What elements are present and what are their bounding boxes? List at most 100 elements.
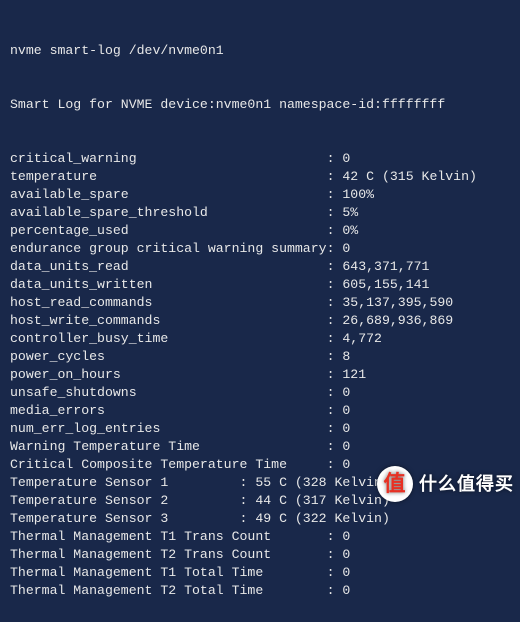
row-value: 0 xyxy=(342,240,350,258)
smart-log-row: Temperature Sensor 3 : 49 C (322 Kelvin) xyxy=(10,510,512,528)
watermark-glyph: 值 xyxy=(383,473,406,495)
row-value: 0% xyxy=(342,222,358,240)
row-label: available_spare xyxy=(10,186,327,204)
row-separator: : xyxy=(327,168,343,186)
header-line: Smart Log for NVME device:nvme0n1 namesp… xyxy=(10,96,512,114)
row-value: 44 C (317 Kelvin) xyxy=(255,492,390,510)
header-text: Smart Log for NVME device:nvme0n1 namesp… xyxy=(10,96,445,114)
row-label: controller_busy_time xyxy=(10,330,327,348)
command-text: nvme smart-log /dev/nvme0n1 xyxy=(10,42,224,60)
watermark: 值 什么值得买 xyxy=(377,466,514,502)
row-separator: : xyxy=(327,222,343,240)
row-separator: : xyxy=(327,582,343,600)
row-separator: : xyxy=(240,510,256,528)
row-label: critical_warning xyxy=(10,150,327,168)
row-separator: : xyxy=(327,564,343,582)
row-label: data_units_read xyxy=(10,258,327,276)
smart-log-row: power_on_hours : 121 xyxy=(10,366,512,384)
watermark-text: 什么值得买 xyxy=(419,475,514,493)
row-value: 0 xyxy=(342,546,350,564)
smart-log-row: Thermal Management T2 Trans Count : 0 xyxy=(10,546,512,564)
smart-log-row: data_units_written : 605,155,141 xyxy=(10,276,512,294)
row-value: 0 xyxy=(342,420,350,438)
row-value: 0 xyxy=(342,384,350,402)
row-separator: : xyxy=(327,438,343,456)
terminal-output: nvme smart-log /dev/nvme0n1 Smart Log fo… xyxy=(0,0,520,622)
row-value: 0 xyxy=(342,564,350,582)
row-value: 0 xyxy=(342,456,350,474)
row-label: Thermal Management T1 Trans Count xyxy=(10,528,327,546)
row-label: available_spare_threshold xyxy=(10,204,327,222)
row-value: 605,155,141 xyxy=(342,276,429,294)
row-separator: : xyxy=(327,204,343,222)
row-separator: : xyxy=(327,348,343,366)
row-value: 121 xyxy=(342,366,366,384)
row-separator: : xyxy=(327,402,343,420)
smart-log-row: host_read_commands : 35,137,395,590 xyxy=(10,294,512,312)
row-separator: : xyxy=(327,528,343,546)
watermark-badge: 值 xyxy=(377,466,413,502)
row-label: percentage_used xyxy=(10,222,327,240)
row-separator: : xyxy=(327,240,343,258)
smart-log-row: Thermal Management T1 Total Time : 0 xyxy=(10,564,512,582)
smart-log-row: controller_busy_time : 4,772 xyxy=(10,330,512,348)
row-label: Thermal Management T2 Total Time xyxy=(10,582,327,600)
row-separator: : xyxy=(240,492,256,510)
row-separator: : xyxy=(327,186,343,204)
row-label: Temperature Sensor 2 xyxy=(10,492,240,510)
row-label: Temperature Sensor 1 xyxy=(10,474,240,492)
smart-log-row: available_spare : 100% xyxy=(10,186,512,204)
row-value: 5% xyxy=(342,204,358,222)
smart-log-row: media_errors : 0 xyxy=(10,402,512,420)
row-label: power_cycles xyxy=(10,348,327,366)
row-separator: : xyxy=(240,474,256,492)
smart-log-row: num_err_log_entries : 0 xyxy=(10,420,512,438)
row-value: 42 C (315 Kelvin) xyxy=(342,168,477,186)
row-separator: : xyxy=(327,312,343,330)
row-separator: : xyxy=(327,546,343,564)
row-separator: : xyxy=(327,294,343,312)
smart-log-row: available_spare_threshold : 5% xyxy=(10,204,512,222)
row-value: 0 xyxy=(342,150,350,168)
row-separator: : xyxy=(327,150,343,168)
smart-log-row: unsafe_shutdowns : 0 xyxy=(10,384,512,402)
row-separator: : xyxy=(327,384,343,402)
smart-log-rows: critical_warning : 0temperature : 42 C (… xyxy=(10,150,512,600)
row-label: num_err_log_entries xyxy=(10,420,327,438)
row-value: 26,689,936,869 xyxy=(342,312,453,330)
row-value: 49 C (322 Kelvin) xyxy=(255,510,390,528)
row-value: 55 C (328 Kelvin) xyxy=(255,474,390,492)
row-value: 100% xyxy=(342,186,374,204)
row-value: 8 xyxy=(342,348,350,366)
row-separator: : xyxy=(327,258,343,276)
row-separator: : xyxy=(327,456,343,474)
row-label: media_errors xyxy=(10,402,327,420)
row-separator: : xyxy=(327,330,343,348)
row-value: 0 xyxy=(342,582,350,600)
smart-log-row: Thermal Management T1 Trans Count : 0 xyxy=(10,528,512,546)
row-value: 0 xyxy=(342,438,350,456)
row-separator: : xyxy=(327,366,343,384)
smart-log-row: critical_warning : 0 xyxy=(10,150,512,168)
smart-log-row: data_units_read : 643,371,771 xyxy=(10,258,512,276)
row-label: power_on_hours xyxy=(10,366,327,384)
row-label: host_write_commands xyxy=(10,312,327,330)
row-value: 35,137,395,590 xyxy=(342,294,453,312)
row-separator: : xyxy=(327,276,343,294)
row-label: Thermal Management T2 Trans Count xyxy=(10,546,327,564)
smart-log-row: host_write_commands : 26,689,936,869 xyxy=(10,312,512,330)
row-label: Critical Composite Temperature Time xyxy=(10,456,327,474)
smart-log-row: temperature : 42 C (315 Kelvin) xyxy=(10,168,512,186)
row-value: 643,371,771 xyxy=(342,258,429,276)
row-label: host_read_commands xyxy=(10,294,327,312)
smart-log-row: percentage_used : 0% xyxy=(10,222,512,240)
row-label: Thermal Management T1 Total Time xyxy=(10,564,327,582)
row-label: unsafe_shutdowns xyxy=(10,384,327,402)
row-label: temperature xyxy=(10,168,327,186)
row-label: data_units_written xyxy=(10,276,327,294)
smart-log-row: Warning Temperature Time : 0 xyxy=(10,438,512,456)
row-label: Warning Temperature Time xyxy=(10,438,327,456)
row-label: endurance group critical warning summary xyxy=(10,240,327,258)
command-line: nvme smart-log /dev/nvme0n1 xyxy=(10,42,512,60)
row-value: 4,772 xyxy=(342,330,382,348)
